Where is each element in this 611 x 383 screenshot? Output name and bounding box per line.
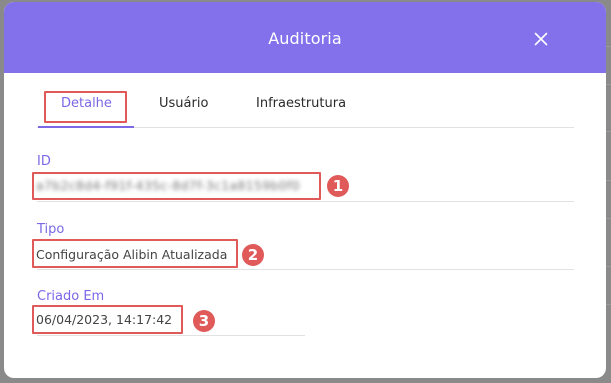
tab-usuario[interactable]: Usuário (159, 96, 208, 111)
tipo-value: Configuração Alibin Atualizada (36, 247, 228, 262)
annotation-badge-3: 3 (193, 310, 215, 332)
dialog-header: Auditoria (4, 2, 606, 73)
tipo-underline (37, 269, 574, 270)
dialog-title: Auditoria (268, 29, 342, 48)
close-icon[interactable] (534, 31, 548, 46)
id-underline (37, 201, 574, 202)
criado-em-value: 06/04/2023, 14:17:42 (36, 312, 173, 327)
tab-bar: Detalhe Usuário Infraestrutura (37, 90, 574, 128)
id-value: a7b2c8d4-f91f-435c-8d7f-3c1a8159b0f0 (36, 178, 300, 193)
criado-em-underline (37, 335, 305, 336)
tab-detalhe[interactable]: Detalhe (61, 96, 112, 111)
criado-em-label: Criado Em (37, 289, 105, 304)
tipo-label: Tipo (37, 222, 65, 237)
annotation-badge-1: 1 (327, 175, 349, 197)
audit-dialog: Auditoria Detalhe Usuário Infraestrutura… (4, 2, 606, 378)
active-tab-indicator (38, 126, 134, 128)
tab-infraestrutura[interactable]: Infraestrutura (256, 96, 346, 111)
annotation-badge-2: 2 (242, 244, 264, 266)
id-label: ID (37, 154, 51, 169)
